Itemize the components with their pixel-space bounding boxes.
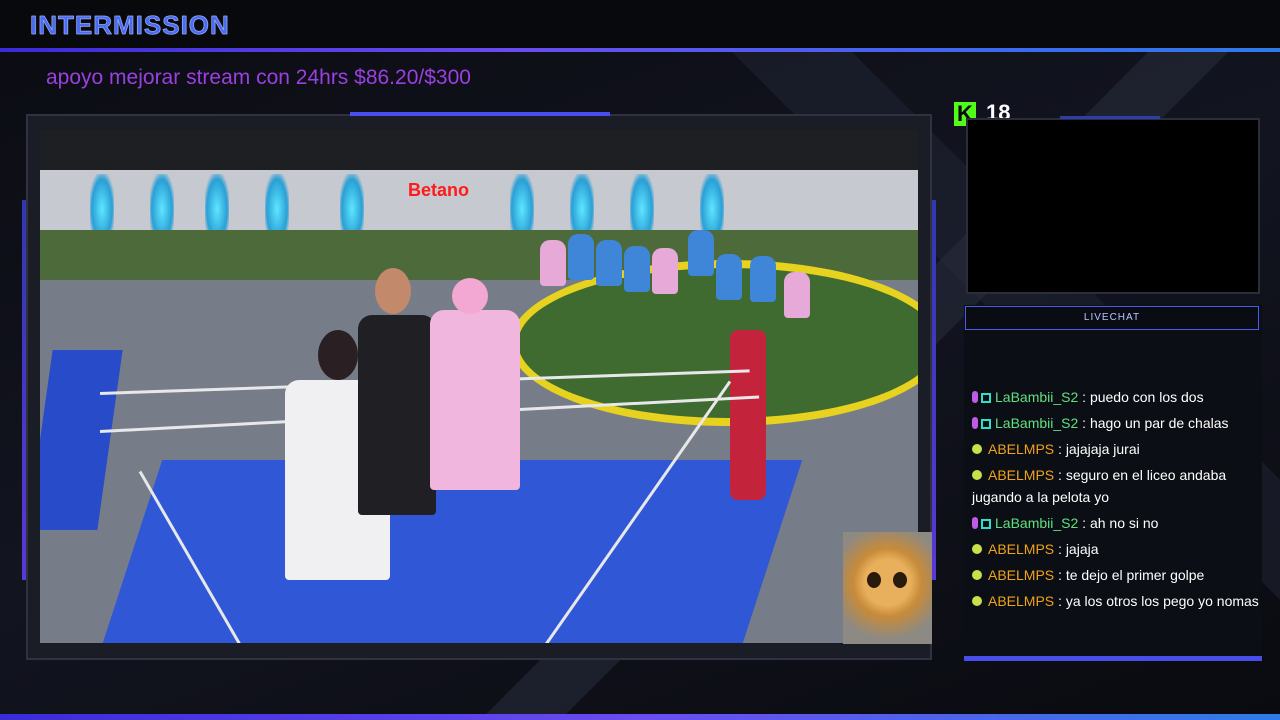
chat-separator: :: [1082, 415, 1087, 431]
bolt-badge-icon: [972, 444, 982, 454]
chat-header: LIVECHAT: [965, 306, 1259, 330]
cat-eye-icon: [893, 572, 907, 588]
chat-message: ABELMPS : jajaja: [972, 538, 1268, 560]
chat-text: te dejo el primer golpe: [1065, 567, 1205, 583]
chat-message: LaBambii_S2 : puedo con los dos: [972, 386, 1268, 408]
chat-username[interactable]: ABELMPS: [988, 541, 1054, 557]
bolt-badge-icon: [972, 544, 982, 554]
chat-separator: :: [1058, 593, 1062, 609]
chat-username[interactable]: ABELMPS: [988, 593, 1054, 609]
chat-username[interactable]: LaBambii_S2: [995, 415, 1078, 431]
chat-separator: :: [1082, 389, 1087, 405]
chat-separator: :: [1058, 467, 1062, 483]
chat-text: jajajaja jurai: [1065, 441, 1140, 457]
chat-message: ABELMPS : seguro en el liceo andaba juga…: [972, 464, 1268, 508]
mic-badge-icon: [972, 417, 978, 429]
person-black-shirt: [358, 315, 436, 515]
top-accent-line: [0, 48, 1280, 52]
webcam-accent: [1060, 116, 1160, 119]
chat-text: jajaja: [1065, 541, 1099, 557]
bottom-accent-line: [0, 714, 1280, 720]
chat-text: hago un par de chalas: [1089, 415, 1229, 431]
donation-goal-text: apoyo mejorar stream con 24hrs $86.20/$3…: [46, 66, 471, 89]
sponsor-sign: Betano: [408, 180, 470, 200]
bolt-badge-icon: [972, 596, 982, 606]
chat-separator: :: [1058, 541, 1062, 557]
chat-text: ah no si no: [1089, 515, 1159, 531]
video-player[interactable]: Betano: [40, 130, 918, 643]
person-head: [318, 330, 358, 380]
square-badge-icon: [981, 519, 991, 529]
cat-eye-icon: [867, 572, 881, 588]
chat-text: ya los otros los pego yo nomas: [1065, 593, 1259, 609]
chat-separator: :: [1058, 441, 1062, 457]
ring-post-red: [730, 330, 766, 500]
mic-badge-icon: [972, 517, 978, 529]
chat-username[interactable]: ABELMPS: [988, 441, 1054, 457]
chat-username[interactable]: LaBambii_S2: [995, 515, 1078, 531]
person-head: [452, 278, 488, 314]
frame-accent-top: [350, 112, 610, 116]
chat-message: ABELMPS : ya los otros los pego yo nomas: [972, 590, 1268, 612]
intermission-title: INTERMISSION: [30, 10, 230, 41]
chat-bottom-bar: [964, 656, 1262, 661]
chat-message: ABELMPS : te dejo el primer golpe: [972, 564, 1268, 586]
person-pink-hoodie: [430, 310, 520, 490]
mic-badge-icon: [972, 391, 978, 403]
chat-username[interactable]: LaBambii_S2: [995, 389, 1078, 405]
webcam-box: [966, 118, 1260, 294]
chat-username[interactable]: ABELMPS: [988, 567, 1054, 583]
bolt-badge-icon: [972, 570, 982, 580]
bolt-badge-icon: [972, 470, 982, 480]
chat-messages: LaBambii_S2 : puedo con los dos LaBambii…: [972, 386, 1268, 616]
square-badge-icon: [981, 393, 991, 403]
chat-separator: :: [1058, 567, 1062, 583]
person-head: [375, 268, 411, 314]
chat-username[interactable]: ABELMPS: [988, 467, 1054, 483]
square-badge-icon: [981, 419, 991, 429]
chat-message: LaBambii_S2 : ah no si no: [972, 512, 1268, 534]
cat-webcam: [843, 532, 932, 644]
chat-message: ABELMPS : jajajaja jurai: [972, 438, 1268, 460]
chat-separator: :: [1082, 515, 1087, 531]
chat-text: puedo con los dos: [1089, 389, 1204, 405]
chat-message: LaBambii_S2 : hago un par de chalas: [972, 412, 1268, 434]
frame-accent-right: [932, 200, 936, 580]
